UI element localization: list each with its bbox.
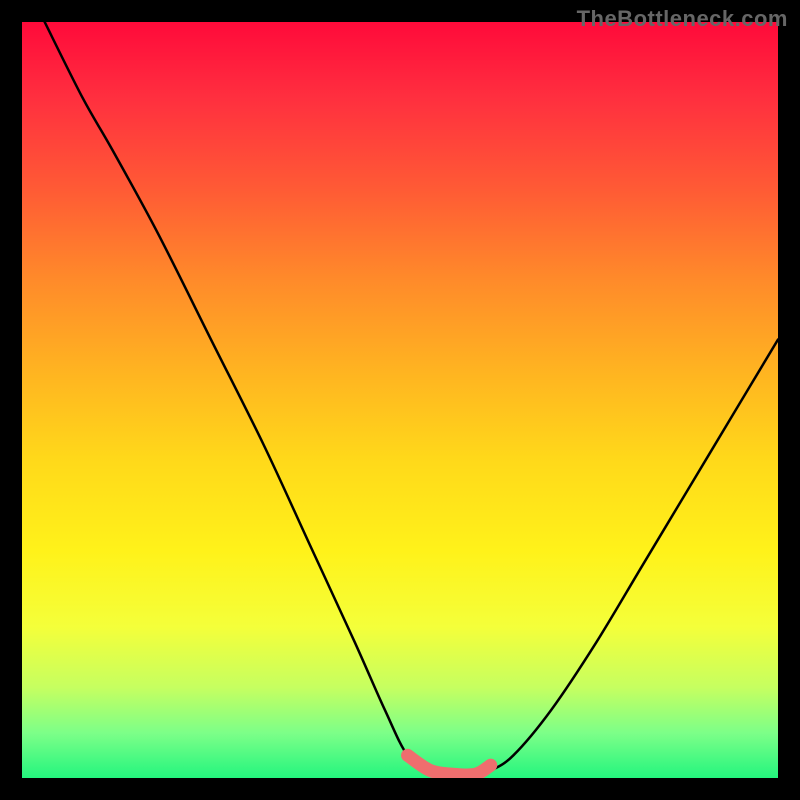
chart-svg: [22, 22, 778, 778]
chart-frame: TheBottleneck.com: [0, 0, 800, 800]
bottleneck-curve-path: [45, 22, 778, 775]
ideal-range-path: [408, 755, 491, 775]
watermark-text: TheBottleneck.com: [577, 6, 788, 32]
